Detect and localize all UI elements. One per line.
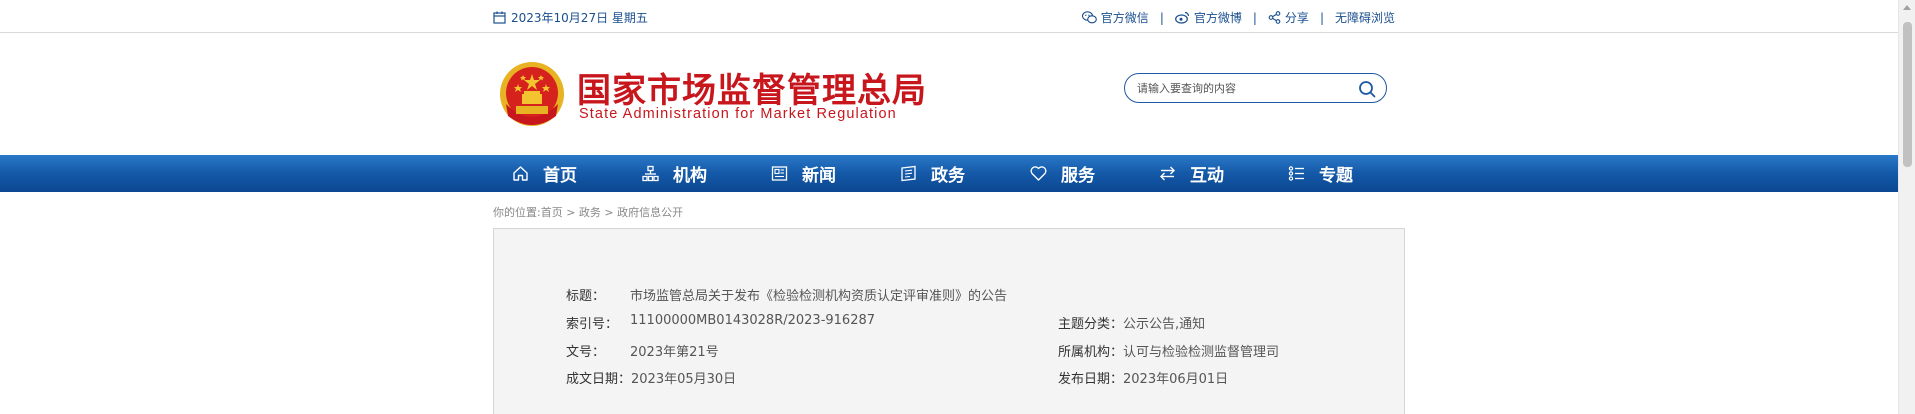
top-bar: 2023年10月27日 星期五 官方微信 | 官方微博 | 分享 | 无障碍浏览 <box>0 0 1898 33</box>
scrollbar-thumb[interactable] <box>1903 22 1912 167</box>
nav-item-government-affairs[interactable]: 政务 <box>900 155 965 192</box>
vertical-scrollbar[interactable] <box>1898 0 1915 414</box>
nav-item-home[interactable]: 首页 <box>512 155 577 192</box>
index-label: 索引号： <box>566 317 619 332</box>
nav-item-news[interactable]: 新闻 <box>771 155 836 192</box>
official-wechat-link[interactable]: 官方微信 <box>1081 9 1149 26</box>
home-icon <box>513 166 528 181</box>
docno-label: 文号： <box>566 345 606 360</box>
info-row-index: 索引号： 11100000MB0143028R/2023-916287 <box>566 313 875 332</box>
separator: | <box>1159 10 1164 25</box>
heart-icon <box>1030 166 1047 181</box>
official-weibo-link[interactable]: 官方微博 <box>1174 9 1242 26</box>
nav-item-topics[interactable]: 专题 <box>1288 155 1353 192</box>
published-label: 发布日期： <box>1058 372 1124 387</box>
topic-value: 公示公告,通知 <box>1123 317 1206 332</box>
docno-value: 2023年第21号 <box>630 345 719 360</box>
info-row-docno: 文号： 2023年第21号 <box>566 341 719 360</box>
site-header: 国家市场监督管理总局 State Administration for Mark… <box>0 33 1898 155</box>
share-link[interactable]: 分享 <box>1268 9 1309 26</box>
news-icon <box>771 166 788 181</box>
nav-item-interaction[interactable]: 互动 <box>1159 155 1224 192</box>
document-icon <box>901 165 916 182</box>
index-value: 11100000MB0143028R/2023-916287 <box>630 313 876 328</box>
breadcrumb[interactable]: 你的位置:首页 > 政务 > 政府信息公开 <box>493 204 683 220</box>
exchange-icon <box>1160 166 1175 181</box>
document-info-panel: 标题： 市场监管总局关于发布《检验检测机构资质认定评审准则》的公告 索引号： 1… <box>493 228 1405 414</box>
org-label: 所属机构： <box>1058 345 1124 360</box>
calendar-icon <box>493 11 506 24</box>
current-date: 2023年10月27日 星期五 <box>493 9 648 26</box>
search-input[interactable] <box>1137 80 1352 97</box>
main-nav: 首页 机构 新闻 政务 服务 互动 专题 <box>0 155 1898 192</box>
info-row-created: 成文日期： 2023年05月30日 <box>566 368 736 387</box>
nav-item-services[interactable]: 服务 <box>1030 155 1095 192</box>
list-icon <box>1288 166 1304 181</box>
accessibility-link[interactable]: 无障碍浏览 <box>1335 9 1395 26</box>
title-value: 市场监管总局关于发布《检验检测机构资质认定评审准则》的公告 <box>630 289 1008 304</box>
weibo-icon <box>1174 11 1189 24</box>
topic-label: 主题分类： <box>1058 317 1124 332</box>
scroll-up-arrow-icon[interactable] <box>1903 5 1911 10</box>
search-box <box>1124 73 1387 103</box>
separator: | <box>1252 10 1257 25</box>
title-label: 标题： <box>566 289 606 304</box>
created-value: 2023年05月30日 <box>631 372 737 387</box>
search-icon[interactable] <box>1358 80 1376 98</box>
site-title[interactable]: 国家市场监督管理总局 <box>577 63 927 112</box>
org-value: 认可与检验检测监督管理司 <box>1123 345 1280 360</box>
national-emblem-icon[interactable] <box>496 60 568 132</box>
nav-item-organization[interactable]: 机构 <box>642 155 707 192</box>
site-title-english: State Administration for Market Regulati… <box>579 106 897 122</box>
info-row-org: 所属机构： 认可与检验检测监督管理司 <box>1058 341 1279 360</box>
created-label: 成文日期： <box>566 372 632 387</box>
share-icon <box>1268 11 1281 24</box>
info-row-topic: 主题分类： 公示公告,通知 <box>1058 313 1205 332</box>
separator: | <box>1319 10 1324 25</box>
info-row-published: 发布日期： 2023年06月01日 <box>1058 368 1228 387</box>
published-value: 2023年06月01日 <box>1123 372 1229 387</box>
org-chart-icon <box>642 165 659 182</box>
info-row-title: 标题： 市场监管总局关于发布《检验检测机构资质认定评审准则》的公告 <box>566 285 1007 304</box>
wechat-icon <box>1081 11 1097 24</box>
